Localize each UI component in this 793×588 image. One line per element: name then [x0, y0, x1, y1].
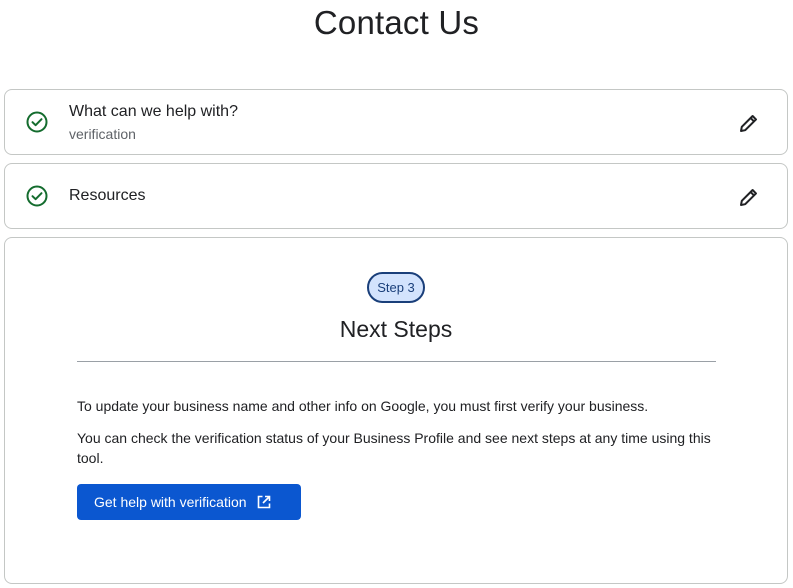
check-circle-icon	[26, 185, 48, 207]
pencil-icon[interactable]	[738, 186, 760, 208]
get-help-button[interactable]: Get help with verification	[77, 484, 301, 520]
step-card-resources: Resources	[4, 163, 788, 229]
divider	[77, 361, 716, 362]
step-heading: What can we help with?	[69, 103, 238, 120]
get-help-button-label: Get help with verification	[94, 494, 247, 510]
open-in-new-icon	[257, 495, 270, 509]
check-circle-icon	[26, 111, 48, 133]
info-paragraph: You can check the verification status of…	[77, 430, 711, 466]
step-selected-value: verification	[69, 126, 136, 142]
info-paragraph: To update your business name and other i…	[77, 398, 649, 414]
pencil-icon[interactable]	[738, 112, 760, 134]
step-card-next-steps: Step 3 Next Steps To update your busines…	[4, 237, 788, 584]
page-title: Contact Us	[313, 4, 480, 41]
section-title: Next Steps	[339, 316, 453, 342]
step-heading: Resources	[69, 187, 146, 204]
step-badge: Step 3	[367, 272, 425, 303]
step-card-help-topic: What can we help with? verification	[4, 89, 788, 155]
